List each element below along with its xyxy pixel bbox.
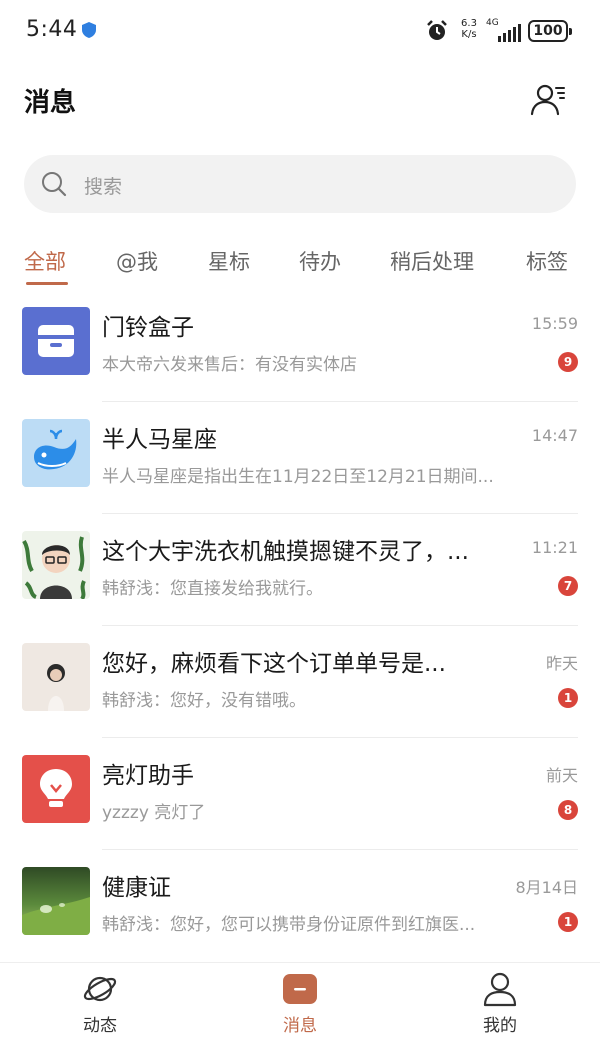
unread-badge: 1 <box>558 688 578 708</box>
message-list: 门铃盒子 15:59 本大帝六发来售后：有没有实体店 9 半人马星座 14:47… <box>0 290 600 962</box>
message-title: 健康证 <box>102 875 171 901</box>
unread-badge: 8 <box>558 800 578 820</box>
message-title: 半人马星座 <box>102 427 217 453</box>
bottom-nav: 动态 消息 我的 <box>0 962 600 1039</box>
leaf-photo-avatar <box>22 867 90 935</box>
lightbulb-icon <box>22 755 90 823</box>
message-preview: 本大帝六发来售后：有没有实体店 <box>102 355 357 375</box>
message-time: 14:47 <box>531 426 578 445</box>
status-time: 5:44 <box>26 17 78 42</box>
message-preview: 韩舒浅：您好，没有错哦。 <box>102 691 306 711</box>
inbox-box-icon <box>22 307 90 375</box>
message-title: 您好，麻烦看下这个订单单号是... <box>102 651 446 677</box>
net-speed: 6.3 K/s <box>456 18 482 40</box>
search-placeholder: 搜索 <box>84 176 123 198</box>
message-preview: 半人马星座是指出生在11月22日至12月21日期间... <box>102 467 494 487</box>
network-type: 4G <box>486 18 499 28</box>
unread-badge: 9 <box>558 352 578 372</box>
message-title: 这个大宇洗衣机触摸摁键不灵了，... <box>102 539 469 565</box>
net-speed-value: 6.3 <box>461 18 477 29</box>
nav-label: 消息 <box>283 1016 317 1036</box>
search-input[interactable]: 搜索 <box>24 155 576 213</box>
list-item[interactable]: 您好，麻烦看下这个订单单号是... 昨天 韩舒浅：您好，没有错哦。 1 <box>0 626 600 738</box>
message-time: 昨天 <box>545 654 578 673</box>
page-title: 消息 <box>24 88 77 118</box>
filter-tabs: 全部 @我 星标 待办 稍后处理 标签 <box>0 240 600 290</box>
message-title: 门铃盒子 <box>102 315 194 341</box>
nav-label: 动态 <box>83 1016 117 1036</box>
list-item[interactable]: 这个大宇洗衣机触摸摁键不灵了，... 11:21 韩舒浅：您直接发给我就行。 7 <box>0 514 600 626</box>
tab-all[interactable]: 全部 <box>24 246 66 276</box>
net-speed-unit: K/s <box>461 29 477 40</box>
list-item[interactable]: 健康证 8月14日 韩舒浅：您好，您可以携带身份证原件到红旗医... 1 <box>0 850 600 962</box>
message-preview: 韩舒浅：您直接发给我就行。 <box>102 579 323 599</box>
cartoon-avatar-icon <box>22 531 90 599</box>
message-time: 11:21 <box>531 538 578 557</box>
list-item[interactable]: 亮灯助手 前天 yzzzy 亮灯了 8 <box>0 738 600 850</box>
active-tab-indicator <box>26 282 68 285</box>
message-preview: yzzzy 亮灯了 <box>102 803 206 823</box>
tab-todo[interactable]: 待办 <box>299 246 341 276</box>
nav-item-me[interactable]: 我的 <box>440 969 560 1037</box>
list-item[interactable]: 门铃盒子 15:59 本大帝六发来售后：有没有实体店 9 <box>0 290 600 402</box>
tab-mentions[interactable]: @我 <box>116 246 158 276</box>
person-icon <box>483 972 517 1007</box>
search-icon <box>42 172 67 197</box>
message-time: 15:59 <box>531 314 578 333</box>
tab-starred[interactable]: 星标 <box>208 246 250 276</box>
status-bar: 5:44 6.3 K/s 4G 100 <box>0 0 600 64</box>
signal-icon: 4G <box>486 18 522 42</box>
message-time: 8月14日 <box>515 878 578 897</box>
nav-item-messages[interactable]: 消息 <box>240 969 360 1037</box>
nav-label: 我的 <box>483 1016 517 1036</box>
battery-icon: 100 <box>528 20 572 42</box>
girl-photo-avatar <box>22 643 90 711</box>
shield-icon <box>82 22 96 38</box>
planet-icon <box>83 976 117 1002</box>
message-time: 前天 <box>545 766 578 785</box>
unread-badge: 7 <box>558 576 578 596</box>
message-preview: 韩舒浅：您好，您可以携带身份证原件到红旗医... <box>102 915 476 935</box>
contacts-icon[interactable] <box>528 80 568 120</box>
tab-tags[interactable]: 标签 <box>526 246 568 276</box>
message-title: 亮灯助手 <box>102 763 194 789</box>
nav-item-feed[interactable]: 动态 <box>40 969 160 1037</box>
alarm-icon <box>427 20 447 40</box>
list-item[interactable]: 半人马星座 14:47 半人马星座是指出生在11月22日至12月21日期间... <box>0 402 600 514</box>
message-icon <box>283 974 317 1004</box>
unread-badge: 1 <box>558 912 578 932</box>
tab-later[interactable]: 稍后处理 <box>390 246 474 276</box>
whale-icon <box>22 419 90 487</box>
